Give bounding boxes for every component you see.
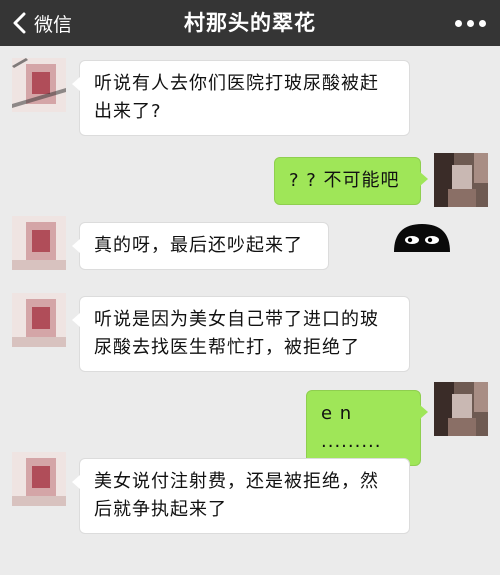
message-bubble[interactable]: ? ? 不可能吧 xyxy=(274,157,428,205)
message-bubble[interactable]: 真的呀，最后还吵起来了 xyxy=(72,222,329,270)
avatar[interactable] xyxy=(434,153,488,207)
avatar[interactable] xyxy=(12,293,66,347)
avatar[interactable] xyxy=(12,452,66,506)
message-bubble[interactable]: 听说是因为美女自己带了进口的玻尿酸去找医生帮忙打，被拒绝了 xyxy=(72,296,410,372)
chat-header: 微信 村那头的翠花 xyxy=(0,0,500,46)
avatar-image xyxy=(12,293,66,347)
avatar[interactable] xyxy=(12,216,66,270)
message-bubble[interactable]: 美女说付注射费，还是被拒绝，然后就争执起来了 xyxy=(72,458,410,534)
message-bubble[interactable]: 听说有人去你们医院打玻尿酸被赶出来了? xyxy=(72,60,410,136)
more-dots-icon xyxy=(455,19,462,27)
chat-title: 村那头的翠花 xyxy=(184,11,316,35)
avatar-image xyxy=(434,153,488,207)
message-bubble[interactable]: e n ......... xyxy=(306,390,428,466)
avatar-image xyxy=(434,382,488,436)
avatar-image xyxy=(12,216,66,270)
avatar[interactable] xyxy=(12,58,66,112)
more-button[interactable] xyxy=(455,0,486,46)
peeking-face-sticker xyxy=(394,224,450,252)
avatar[interactable] xyxy=(434,382,488,436)
avatar-image xyxy=(12,58,66,112)
avatar-image xyxy=(12,452,66,506)
